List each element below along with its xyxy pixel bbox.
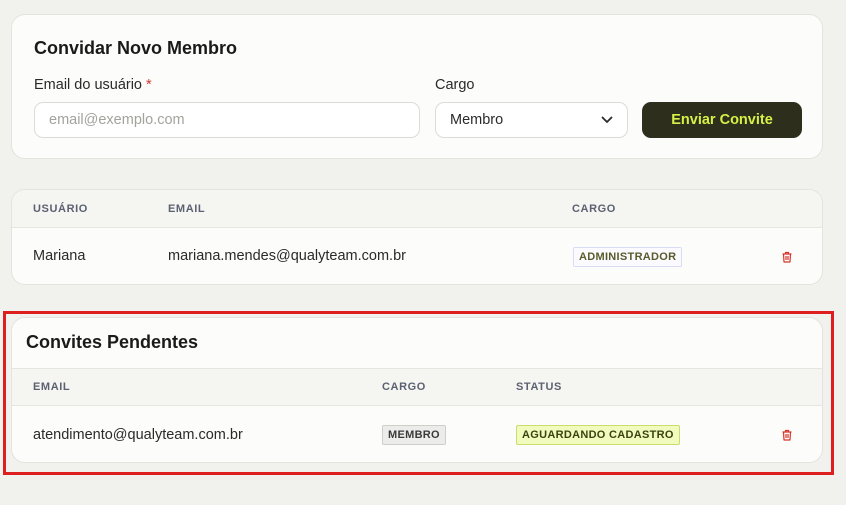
member-email: mariana.mendes@qualyteam.com.br [168, 248, 406, 264]
invite-member-card: Convidar Novo Membro Email do usuário * … [11, 14, 823, 159]
member-user: Mariana [33, 248, 86, 264]
email-input[interactable] [34, 102, 420, 138]
cargo-select-value: Membro [450, 112, 504, 128]
trash-icon[interactable] [781, 250, 793, 263]
required-mark: * [146, 77, 152, 93]
members-table-header: USUÁRIO EMAIL CARGO [12, 190, 822, 228]
chevron-down-icon [601, 112, 613, 128]
send-invite-button[interactable]: Enviar Convite [642, 102, 802, 138]
column-header-cargo: CARGO [572, 203, 616, 215]
column-header-user: USUÁRIO [33, 203, 88, 215]
email-label-text: Email do usuário [34, 77, 142, 93]
email-field-label: Email do usuário * [34, 77, 152, 93]
column-header-email: EMAIL [168, 203, 206, 215]
members-table-card: USUÁRIO EMAIL CARGO Mariana mariana.mend… [11, 189, 823, 285]
invite-title: Convidar Novo Membro [34, 38, 238, 58]
highlight-frame [3, 311, 834, 475]
cargo-select[interactable]: Membro [435, 102, 628, 138]
role-badge: ADMINISTRADOR [573, 247, 683, 267]
cargo-field-label: Cargo [435, 77, 475, 93]
